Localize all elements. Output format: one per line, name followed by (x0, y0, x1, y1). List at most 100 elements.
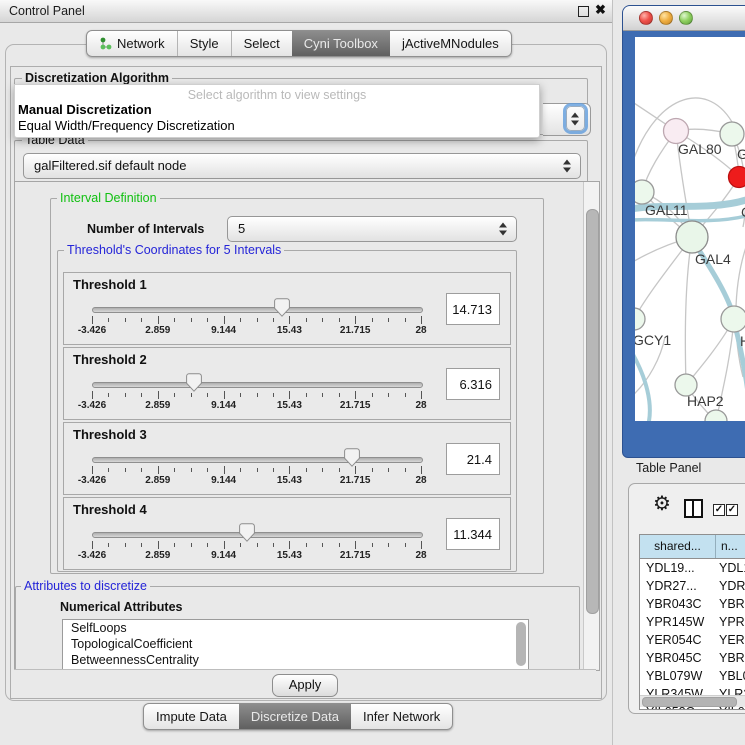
settings-scrollbar-thumb[interactable] (586, 209, 599, 614)
cell-name[interactable]: YBR0... (716, 595, 745, 613)
cell-name[interactable]: YPR1... (716, 613, 745, 631)
apply-button[interactable]: Apply (272, 674, 338, 697)
select-column-checkbox-icon[interactable]: ✓ (726, 504, 738, 516)
GAL80-node[interactable] (664, 119, 689, 144)
table-row[interactable]: YER054CYER0... (640, 631, 745, 649)
threshold-panel-3: Threshold 3-3.4262.8599.14415.4321.71528… (63, 422, 511, 495)
tab-cyni-toolbox[interactable]: Cyni Toolbox (292, 31, 390, 56)
table-hscrollbar[interactable] (640, 695, 745, 707)
threshold-panel-2: Threshold 2 -3.4262.8599.14415.4321.71528… (63, 347, 511, 420)
zoom-traffic-light-icon[interactable] (679, 11, 693, 25)
settings-scrollbar[interactable] (583, 182, 599, 669)
slider-tick-labels: -3.4262.8599.14415.4321.71528 (92, 550, 422, 562)
cell-shared-name[interactable]: YDR27... (640, 577, 716, 595)
attribute-item-topologicalcoefficient[interactable]: TopologicalCoefficient (63, 636, 528, 652)
close-icon[interactable]: ✖ (595, 2, 606, 18)
threshold-label: Threshold 4 (73, 502, 147, 517)
tab-style[interactable]: Style (177, 31, 231, 56)
columns-icon[interactable] (684, 499, 703, 518)
network-canvas[interactable]: GAL80G.CGAL11GAL4GCY1HHAP2 (635, 37, 745, 421)
slider-thumb[interactable] (344, 448, 360, 467)
threshold-value-field[interactable]: 11.344 (446, 518, 500, 550)
cell-shared-name[interactable]: YPR145W (640, 613, 716, 631)
table-row[interactable]: YBR043CYBR0... (640, 595, 745, 613)
right-node[interactable] (721, 306, 745, 332)
attributes-group-title: Attributes to discretize (21, 579, 150, 593)
column-header-shared[interactable]: shared... (640, 535, 716, 558)
tab-impute-data[interactable]: Impute Data (144, 704, 239, 729)
close-traffic-light-icon[interactable] (639, 11, 653, 25)
node-label-hap2: HAP2 (687, 393, 724, 409)
slider-thumb[interactable] (239, 523, 255, 542)
combo-arrows-icon (563, 160, 572, 173)
tab-discretize-data[interactable]: Discretize Data (239, 704, 351, 729)
GAL11-node[interactable] (635, 180, 654, 204)
slider-tick-labels: -3.4262.8599.14415.4321.71528 (92, 400, 422, 412)
cell-shared-name[interactable]: YBR045C (640, 649, 716, 667)
algorithm-option-equal-width-frequency-discretization[interactable]: Equal Width/Frequency Discretization (18, 118, 235, 133)
threshold-value-field[interactable]: 14.713 (446, 293, 500, 325)
threshold-panel-4: Threshold 4 -3.4262.8599.14415.4321.71528… (63, 497, 511, 570)
slider-track[interactable] (92, 457, 423, 463)
cell-name[interactable]: YBR0... (716, 649, 745, 667)
float-window-icon[interactable] (578, 6, 589, 17)
table-row[interactable]: YDR27...YDR2... (640, 577, 745, 595)
gear-icon[interactable]: ⚙ (653, 494, 671, 514)
numerical-attributes-list[interactable]: SelfLoopsTopologicalCoefficientBetweenne… (62, 619, 529, 671)
tab-jactivemnodules[interactable]: jActiveMNodules (390, 31, 511, 56)
cell-shared-name[interactable]: YER054C (640, 631, 716, 649)
minimize-traffic-light-icon[interactable] (659, 11, 673, 25)
network-edge-highlighted (635, 351, 650, 421)
attribute-item-betweennesscentrality[interactable]: BetweennessCentrality (63, 652, 528, 668)
apply-row: Apply (14, 669, 596, 697)
threshold-value-field[interactable]: 21.4 (446, 443, 500, 475)
screen: Control Panel ✖ NetworkStyle Select Cyni T… (0, 0, 745, 745)
attributes-list-scrollbar[interactable] (516, 622, 526, 666)
table-row[interactable]: YBR045CYBR0... (640, 649, 745, 667)
node-label-c: C (741, 204, 745, 220)
GCY1-node[interactable] (635, 308, 645, 330)
cell-shared-name[interactable]: YDL19... (640, 559, 716, 577)
table-data-combobox[interactable]: galFiltered.sif default node (23, 153, 581, 179)
GAL4-node[interactable] (676, 221, 708, 253)
tab-label: Cyni Toolbox (304, 36, 378, 51)
algorithm-option-manual-discretization[interactable]: Manual Discretization (18, 102, 152, 117)
slider-track[interactable] (92, 307, 423, 313)
algorithm-popup-prompt: Select algorithm to view settings (15, 88, 539, 102)
cell-shared-name[interactable]: YBL079W (640, 667, 716, 685)
num-intervals-label: Number of Intervals (87, 222, 204, 236)
network-window-titlebar (623, 6, 745, 31)
slider-track[interactable] (92, 532, 423, 538)
control-panel-titlebar: Control Panel ✖ (0, 0, 612, 23)
tab-infer-network[interactable]: Infer Network (351, 704, 452, 729)
table-row[interactable]: YPR145WYPR1... (640, 613, 745, 631)
cell-name[interactable]: YER0... (716, 631, 745, 649)
tab-network[interactable]: Network (87, 31, 177, 56)
table-hscrollbar-thumb[interactable] (642, 697, 737, 707)
tab-label: Select (244, 36, 280, 51)
num-intervals-combobox[interactable]: 5 (227, 216, 517, 242)
table-row[interactable]: YDL19...YDL1... (640, 559, 745, 577)
cell-name[interactable]: YDR2... (716, 577, 745, 595)
node-label-h: H (740, 333, 745, 349)
threshold-label: Threshold 2 (73, 352, 147, 367)
select-all-checkbox-icon[interactable]: ✓ (713, 504, 725, 516)
threshold-panel-1: Threshold 1-3.4262.8599.14415.4321.71528… (63, 272, 511, 345)
slider-thumb[interactable] (274, 298, 290, 317)
algorithm-combobox-spinner[interactable] (566, 106, 585, 131)
cell-shared-name[interactable]: YBR043C (640, 595, 716, 613)
bottom-node[interactable] (705, 410, 727, 421)
tab-select[interactable]: Select (231, 31, 292, 56)
slider-track[interactable] (92, 382, 423, 388)
algorithm-combobox[interactable] (543, 103, 591, 136)
red-node[interactable] (729, 167, 745, 188)
cell-name[interactable]: YDL1... (716, 559, 745, 577)
column-header-name[interactable]: n... (716, 535, 745, 558)
slider-thumb[interactable] (186, 373, 202, 392)
cell-name[interactable]: YBL0... (716, 667, 745, 685)
slider-ticks (92, 391, 422, 400)
attribute-item-selfloops[interactable]: SelfLoops (63, 620, 528, 636)
table-row[interactable]: YBL079WYBL0... (640, 667, 745, 685)
top-right-node[interactable] (720, 122, 744, 146)
threshold-value-field[interactable]: 6.316 (446, 368, 500, 400)
